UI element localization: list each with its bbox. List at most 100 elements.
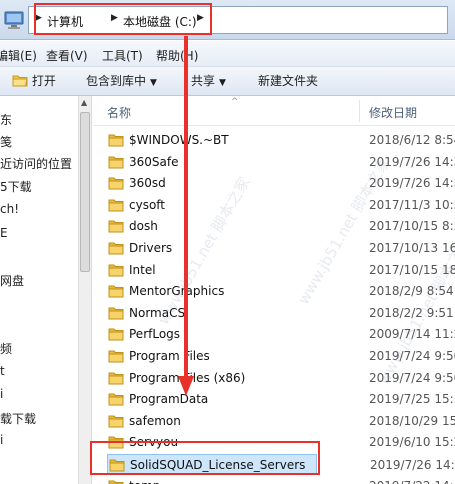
navigation-pane: 东 笺 近访问的位置 5下载 ch! E 网盘 频 t i 载下载 i xyxy=(0,96,78,484)
folder-icon xyxy=(108,372,124,385)
table-row[interactable]: Intel 2017/10/15 18: xyxy=(93,260,455,281)
file-date: 2019/7/24 9:50 xyxy=(369,370,455,385)
column-divider[interactable] xyxy=(359,100,360,122)
table-row[interactable]: PerfLogs 2009/7/14 11:2 xyxy=(93,324,455,345)
folder-icon xyxy=(108,177,124,190)
new-folder-button[interactable]: 新建文件夹 xyxy=(258,72,318,92)
file-date: 2018/10/29 15: xyxy=(369,413,455,428)
folder-icon xyxy=(108,350,124,363)
share-button[interactable]: 共享 ▼ xyxy=(191,72,226,92)
include-label: 包含到库中 xyxy=(86,74,147,88)
table-row[interactable]: 360Safe 2019/7/26 14:3 xyxy=(93,152,455,173)
menu-view[interactable]: 查看(V) xyxy=(46,47,88,64)
open-folder-icon xyxy=(12,75,28,87)
nav-item[interactable]: t xyxy=(0,364,5,378)
annotation-box-selected-row xyxy=(90,441,320,475)
file-date: 2017/10/15 18: xyxy=(369,262,455,277)
table-row[interactable]: safemon 2018/10/29 15: xyxy=(93,411,455,432)
file-date: 2018/2/2 9:51 xyxy=(369,305,454,320)
folder-icon xyxy=(108,480,124,484)
file-name: NormaCS xyxy=(129,305,186,320)
file-date: 2019/7/26 14:4 xyxy=(370,458,455,472)
share-label: 共享 xyxy=(191,74,216,88)
include-in-library-button[interactable]: 包含到库中 ▼ xyxy=(86,72,157,92)
file-name: cysoft xyxy=(129,197,166,212)
table-row[interactable]: NormaCS 2018/2/2 9:51 xyxy=(93,303,455,324)
explorer-window: ▶ 计算机 ▶ 本地磁盘 (C:) ▶ 编辑(E) 查看(V) 工具(T) 帮助… xyxy=(0,0,455,484)
sort-up-icon: ^ xyxy=(231,97,239,107)
annotation-box-address xyxy=(34,3,212,35)
file-name: temp xyxy=(129,479,160,484)
file-list: ^ 名称 修改日期 $WINDOWS.~BT 2018/6/12 8:54 360S… xyxy=(93,96,455,484)
folder-icon xyxy=(108,134,124,147)
scroll-up-icon[interactable]: ▲ xyxy=(81,99,89,107)
column-name[interactable]: 名称 xyxy=(107,104,131,121)
nav-item[interactable]: 笺 xyxy=(0,133,12,150)
computer-icon xyxy=(4,11,24,29)
table-row[interactable]: Program Files 2019/7/24 9:50 xyxy=(93,346,455,367)
file-date: 2019/7/26 14:3 xyxy=(369,176,455,191)
table-row[interactable]: temp 2019/7/22 14:4 xyxy=(93,476,455,484)
menu-edit[interactable]: 编辑(E) xyxy=(0,47,37,64)
folder-icon xyxy=(108,328,124,341)
nav-item[interactable]: 频 xyxy=(0,340,12,357)
nav-item[interactable]: i xyxy=(0,387,3,401)
file-name: Intel xyxy=(129,262,156,277)
file-name: safemon xyxy=(129,413,181,428)
open-button[interactable]: 打开 xyxy=(12,72,56,92)
folder-icon xyxy=(108,156,124,169)
file-name: $WINDOWS.~BT xyxy=(129,133,229,147)
column-header: ^ 名称 修改日期 xyxy=(93,96,455,126)
file-date: 2019/7/22 14:4 xyxy=(369,479,455,484)
folder-icon xyxy=(108,285,124,298)
file-name: Drivers xyxy=(129,241,173,255)
file-name: Program Files xyxy=(129,349,210,363)
file-name: dosh xyxy=(129,219,158,234)
nav-item[interactable]: E xyxy=(0,226,8,240)
file-date: 2018/2/9 8:54 xyxy=(369,284,454,299)
file-name: ProgramData xyxy=(129,392,209,407)
nav-item[interactable]: i xyxy=(0,433,3,447)
folder-icon xyxy=(108,220,124,233)
file-date: 2019/7/24 9:50 xyxy=(369,349,455,363)
nav-item[interactable]: ch! xyxy=(0,202,19,216)
folder-icon xyxy=(108,415,124,428)
file-date: 2019/7/26 14:3 xyxy=(369,154,455,169)
chevron-down-icon: ▼ xyxy=(219,78,226,88)
table-row[interactable]: dosh 2017/10/15 8:5 xyxy=(93,216,455,237)
table-row[interactable]: MentorGraphics 2018/2/9 8:54 xyxy=(93,281,455,302)
folder-icon xyxy=(108,242,124,255)
table-row[interactable]: $WINDOWS.~BT 2018/6/12 8:54 xyxy=(93,130,455,151)
toolbar: 打开 包含到库中 ▼ 共享 ▼ 新建文件夹 xyxy=(0,67,455,96)
table-row[interactable]: ProgramData 2019/7/25 15:1 xyxy=(93,389,455,410)
file-name: 360Safe xyxy=(129,154,179,169)
nav-item-recent-places[interactable]: 近访问的位置 xyxy=(0,155,72,172)
open-label: 打开 xyxy=(31,74,56,88)
file-name: Program Files (x86) xyxy=(129,370,246,385)
nav-item-netdisk[interactable]: 网盘 xyxy=(0,272,24,289)
folder-icon xyxy=(108,307,124,320)
file-name: PerfLogs xyxy=(129,327,181,342)
file-date: 2019/7/25 15:1 xyxy=(369,392,455,407)
menu-tools[interactable]: 工具(T) xyxy=(102,47,143,64)
nav-item-download[interactable]: 载下载 xyxy=(0,410,36,427)
folder-icon xyxy=(108,199,124,212)
menu-help[interactable]: 帮助(H) xyxy=(156,47,198,64)
folder-icon xyxy=(108,393,124,406)
table-row[interactable]: cysoft 2017/11/3 10:5 xyxy=(93,195,455,216)
nav-scrollbar[interactable]: ▲ xyxy=(78,96,92,484)
table-row[interactable]: 360sd 2019/7/26 14:3 xyxy=(93,173,455,194)
file-name: MentorGraphics xyxy=(129,284,225,299)
nav-item-downloads[interactable]: 5下载 xyxy=(0,178,32,195)
table-row[interactable]: Program Files (x86) 2019/7/24 9:50 xyxy=(93,368,455,389)
file-date: 2017/11/3 10:5 xyxy=(369,197,455,212)
nav-item[interactable]: 东 xyxy=(0,111,12,128)
file-name: 360sd xyxy=(129,176,166,191)
scroll-thumb[interactable] xyxy=(80,112,90,272)
menu-bar: 编辑(E) 查看(V) 工具(T) 帮助(H) xyxy=(0,41,455,67)
folder-icon xyxy=(108,264,124,277)
column-date-modified[interactable]: 修改日期 xyxy=(369,104,417,121)
table-row[interactable]: Drivers 2017/10/13 16: xyxy=(93,238,455,259)
file-date: 2017/10/15 8:5 xyxy=(369,219,455,234)
file-date: 2017/10/13 16: xyxy=(369,241,455,255)
